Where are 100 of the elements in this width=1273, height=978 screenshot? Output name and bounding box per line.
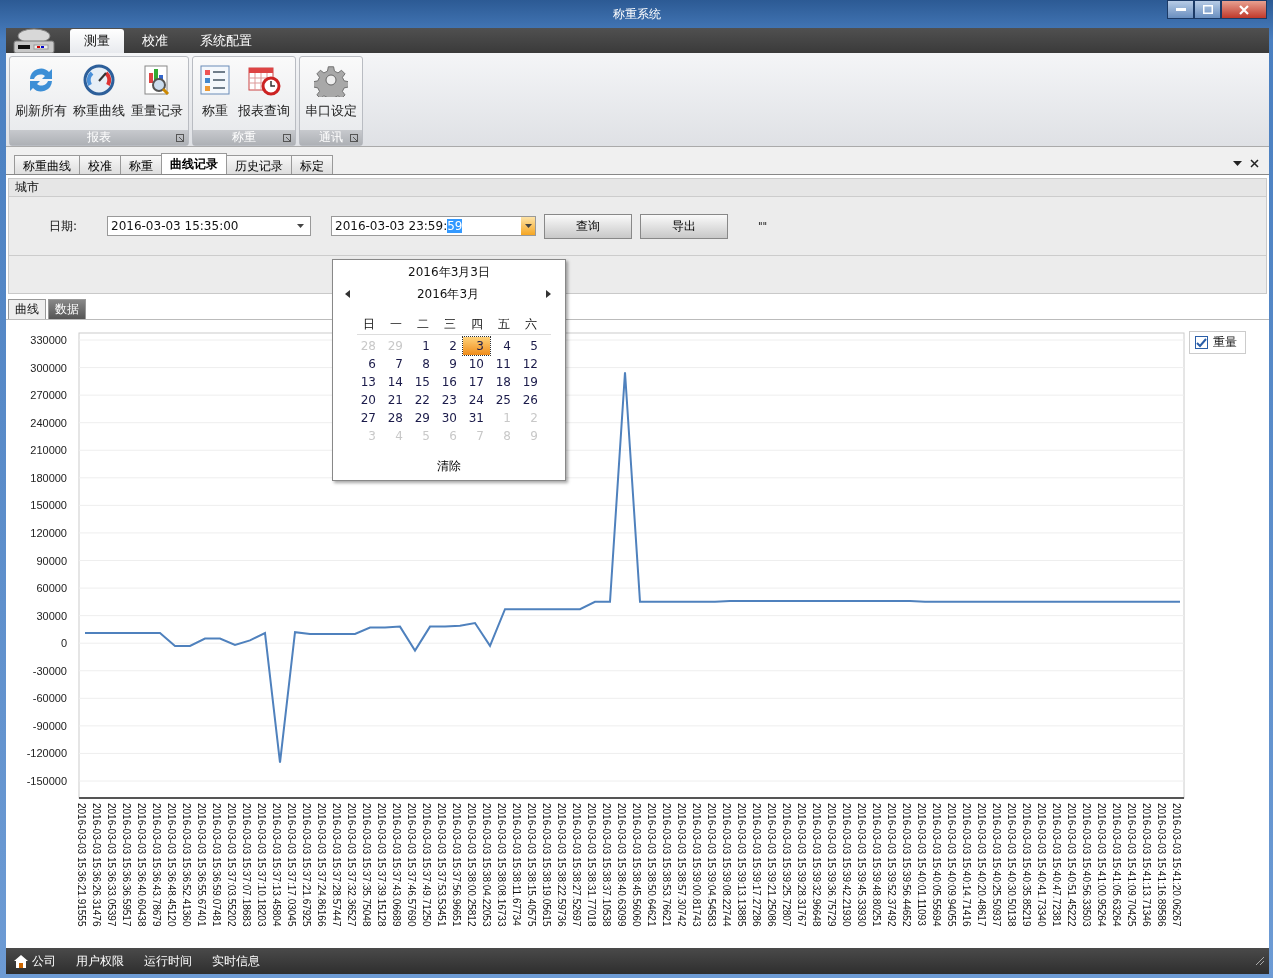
ribbon-button[interactable]: 称重 xyxy=(195,59,235,130)
calendar-day[interactable]: 3 xyxy=(463,337,490,355)
view-tab[interactable]: 数据 xyxy=(48,299,86,319)
x-tick-label: 2016-03-03 15:40:14.71416 xyxy=(961,803,973,927)
scale-icon[interactable] xyxy=(10,27,58,54)
dropdown-icon[interactable] xyxy=(1233,160,1242,167)
calendar-day[interactable]: 9 xyxy=(436,355,463,373)
close-button[interactable] xyxy=(1221,0,1267,19)
ribbon-button[interactable]: 刷新所有 xyxy=(12,59,70,130)
ribbon-tab[interactable]: 系统配置 xyxy=(186,29,266,53)
dropdown-icon[interactable] xyxy=(297,224,304,228)
previous-icon[interactable] xyxy=(345,290,350,298)
calendar-day[interactable]: 11 xyxy=(490,355,517,373)
action-button[interactable]: 查询 xyxy=(544,213,632,239)
dialog-launcher-icon[interactable] xyxy=(350,134,358,142)
ribbon-button[interactable]: 报表查询 xyxy=(235,59,293,130)
x-tick-label: 2016-03-03 15:39:04.54583 xyxy=(706,803,718,927)
document-tab[interactable]: 校准 xyxy=(79,155,121,174)
calendar-day[interactable]: 22 xyxy=(409,391,436,409)
calendar-day[interactable]: 8 xyxy=(409,355,436,373)
x-tick-label: 2016-03-03 15:38:22.59736 xyxy=(556,803,568,927)
calendar-day[interactable]: 26 xyxy=(517,391,544,409)
document-tab[interactable]: 称重 xyxy=(120,155,162,174)
x-tick-label: 2016-03-03 15:37:24.86166 xyxy=(316,803,328,927)
calendar-day[interactable]: 14 xyxy=(382,373,409,391)
x-tick-label: 2016-03-03 15:39:52.37492 xyxy=(886,803,898,927)
document-tab[interactable]: 标定 xyxy=(291,155,333,174)
document-tab[interactable]: 称重曲线 xyxy=(14,155,80,174)
y-tick-label: 150000 xyxy=(30,499,67,512)
status-item: 公司 xyxy=(32,952,56,970)
weekday-label: 五 xyxy=(496,316,511,332)
start-date-field[interactable]: 2016-03-03 15:35:00 xyxy=(107,216,311,236)
document-tab[interactable]: 曲线记录 xyxy=(161,153,227,174)
calendar-day[interactable]: 27 xyxy=(355,409,382,427)
calendar-day[interactable]: 29 xyxy=(409,409,436,427)
calendar-day[interactable]: 23 xyxy=(436,391,463,409)
x-tick-label: 2016-03-03 15:38:00.25812 xyxy=(466,803,478,927)
x-tick-label: 2016-03-03 15:37:56.96651 xyxy=(451,803,463,927)
calendar-day[interactable]: 25 xyxy=(490,391,517,409)
calendar-day[interactable]: 18 xyxy=(490,373,517,391)
legend-checkbox[interactable] xyxy=(1195,336,1208,349)
calendar-day[interactable]: 17 xyxy=(463,373,490,391)
ribbon-tab[interactable]: 校准 xyxy=(128,29,182,53)
next-icon[interactable] xyxy=(546,290,551,298)
ribbon-button[interactable]: 串口设定 xyxy=(302,59,360,130)
action-button[interactable]: 导出 xyxy=(640,213,728,239)
x-tick-label: 2016-03-03 15:36:26.31476 xyxy=(91,803,103,927)
x-tick-label: 2016-03-03 15:39:17.27286 xyxy=(751,803,763,927)
clear-button[interactable]: 清除 xyxy=(431,457,467,476)
x-tick-label: 2016-03-03 15:38:15.40575 xyxy=(526,803,538,927)
weekday-label: 三 xyxy=(442,316,457,332)
view-tab[interactable]: 曲线 xyxy=(8,299,46,319)
calendar-day[interactable]: 15 xyxy=(409,373,436,391)
calendar-day[interactable]: 30 xyxy=(436,409,463,427)
panel-title: 城市 xyxy=(15,179,39,196)
dialog-launcher-icon[interactable] xyxy=(176,134,184,142)
x-tick-label: 2016-03-03 15:40:41.73340 xyxy=(1036,803,1048,927)
calendar-day[interactable]: 16 xyxy=(436,373,463,391)
calendar-day[interactable]: 10 xyxy=(463,355,490,373)
calendar-day[interactable]: 1 xyxy=(409,337,436,355)
calendar-day[interactable]: 4 xyxy=(490,337,517,355)
calendar-day[interactable]: 31 xyxy=(463,409,490,427)
calendar-day[interactable]: 28 xyxy=(382,409,409,427)
x-tick-label: 2016-03-03 15:37:43.06689 xyxy=(391,803,403,927)
x-tick-label: 2016-03-03 15:40:30.50138 xyxy=(1006,803,1018,927)
x-tick-label: 2016-03-03 15:40:56.33503 xyxy=(1081,803,1093,927)
calendar-day[interactable]: 24 xyxy=(463,391,490,409)
settings-icon xyxy=(314,63,348,97)
calendar-day[interactable]: 2 xyxy=(436,337,463,355)
minimize-button[interactable] xyxy=(1167,0,1194,19)
status-item: 实时信息 xyxy=(212,952,260,970)
x-tick-label: 2016-03-03 15:40:35.85219 xyxy=(1021,803,1033,927)
status-item: 运行时间 xyxy=(144,952,192,970)
close-icon[interactable] xyxy=(1250,159,1259,168)
ribbon-tab[interactable]: 测量 xyxy=(70,29,124,53)
calendar-day[interactable]: 7 xyxy=(382,355,409,373)
calendar-day[interactable]: 20 xyxy=(355,391,382,409)
calendar-day[interactable]: 12 xyxy=(517,355,544,373)
x-tick-label: 2016-03-03 15:41:05.63264 xyxy=(1111,803,1123,927)
x-tick-label: 2016-03-03 15:38:57.30742 xyxy=(676,803,688,927)
end-date-field[interactable]: 2016-03-03 23:59:59 xyxy=(331,216,536,236)
calendar-day[interactable]: 6 xyxy=(355,355,382,373)
group-title: 报表 xyxy=(87,129,111,146)
ribbon-button[interactable]: 称重曲线 xyxy=(70,59,128,130)
x-tick-label: 2016-03-03 15:41:00.95264 xyxy=(1096,803,1108,927)
document-tab[interactable]: 历史记录 xyxy=(226,155,292,174)
calendar-day[interactable]: 5 xyxy=(517,337,544,355)
x-tick-label: 2016-03-03 15:36:40.60438 xyxy=(136,803,148,927)
dropdown-button[interactable] xyxy=(521,217,535,235)
window-title: 称重系统 xyxy=(612,5,661,23)
calendar-day[interactable]: 13 xyxy=(355,373,382,391)
maximize-button[interactable] xyxy=(1194,0,1221,19)
ribbon-button[interactable]: 重量记录 xyxy=(128,59,186,130)
dialog-launcher-icon[interactable] xyxy=(283,134,291,142)
y-tick-label: 300000 xyxy=(30,361,67,374)
calendar-day[interactable]: 19 xyxy=(517,373,544,391)
x-tick-label: 2016-03-03 15:38:11.67734 xyxy=(511,803,523,926)
x-tick-label: 2016-03-03 15:37:32.36527 xyxy=(346,803,358,927)
resize-grip-icon[interactable] xyxy=(1255,956,1265,966)
calendar-day[interactable]: 21 xyxy=(382,391,409,409)
